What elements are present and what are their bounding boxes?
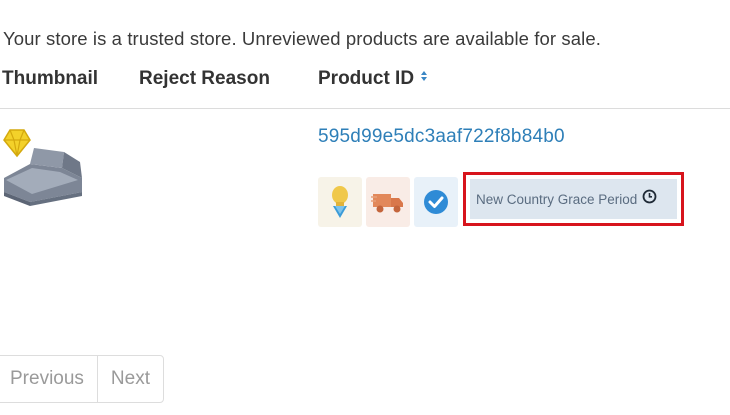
sort-icon[interactable] [420, 66, 428, 88]
product-id-header-label: Product ID [318, 68, 415, 89]
product-thumbnail[interactable] [0, 122, 92, 212]
grace-period-label: New Country Grace Period [476, 191, 638, 207]
column-header-product-id[interactable]: Product ID [318, 68, 428, 90]
column-header-reject-reason: Reject Reason [139, 68, 270, 89]
shipping-truck-icon [366, 177, 410, 227]
clock-icon [642, 189, 657, 209]
next-page-button[interactable]: Next [96, 356, 163, 402]
grace-period-badge[interactable]: New Country Grace Period [470, 179, 677, 219]
product-id-link[interactable]: 595d99e5dc3aaf722f8b84b0 [318, 126, 565, 148]
grace-period-highlight: New Country Grace Period [463, 172, 684, 226]
bulb-medal-icon [318, 177, 362, 227]
trusted-store-notice: Your store is a trusted store. Unreviewe… [3, 28, 601, 49]
column-header-thumbnail: Thumbnail [2, 68, 99, 89]
table-header: Thumbnail Reject Reason Product ID [0, 68, 730, 109]
verified-check-icon [414, 177, 458, 227]
previous-page-button[interactable]: Previous [0, 356, 97, 402]
pagination: Previous Next [0, 355, 164, 403]
